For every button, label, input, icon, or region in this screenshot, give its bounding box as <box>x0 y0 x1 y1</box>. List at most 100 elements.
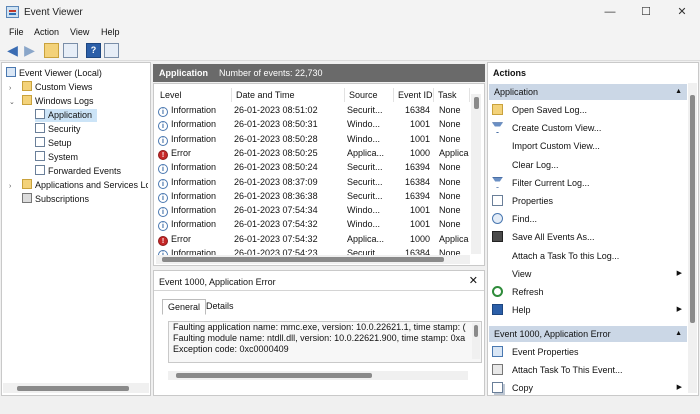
column-header-event-id[interactable]: Event ID <box>394 88 434 102</box>
minimize-button[interactable]: — <box>592 0 628 25</box>
table-row[interactable]: i Information 26-01-2023 07:54:34 Windo... 1… <box>156 203 472 218</box>
table-row[interactable]: iInformation26-01-2023 07:54:23 Securit..… <box>156 246 472 255</box>
action-event-properties[interactable]: Event Properties <box>490 345 686 359</box>
tree-node-apps-services[interactable]: Applications and Services Log <box>22 179 148 192</box>
table-row[interactable]: i Information 26-01-2023 08:37:09 Securit..… <box>156 175 472 189</box>
detail-vertical-scrollbar[interactable] <box>472 323 480 359</box>
table-row[interactable]: i Information 26-01-2023 08:50:28 Windo... 1… <box>156 132 472 146</box>
tree-node-event-viewer[interactable]: Event Viewer (Local) <box>6 67 102 80</box>
back-arrow-icon[interactable]: ◀ <box>5 43 20 58</box>
list-hscroll-thumb[interactable] <box>162 257 444 262</box>
forward-arrow-icon[interactable]: ▶ <box>22 43 37 58</box>
cell-task: Applica <box>439 233 469 244</box>
tree-node-windows-logs[interactable]: Windows Logs <box>22 95 94 108</box>
action-view[interactable]: View ▶ <box>490 267 686 281</box>
tab-general[interactable]: General <box>162 299 207 315</box>
cell-task: None <box>439 248 461 255</box>
table-row[interactable]: i Information 26-01-2023 08:50:24 Securit..… <box>156 160 472 175</box>
cell-id: 1001 <box>409 205 430 216</box>
cell-level: iInformation <box>158 217 232 232</box>
actions-list-event: Event Properties Attach Task To This Even… <box>488 345 688 395</box>
table-row[interactable]: i Information 26-01-2023 07:54:32 Windo... 1… <box>156 217 472 232</box>
expand-chevron-icon[interactable]: › <box>9 183 11 190</box>
menu-file[interactable]: File <box>9 27 24 37</box>
console-tree: Event Viewer (Local) › Custom Views ⌄ Wi… <box>1 62 151 396</box>
collapse-up-icon[interactable]: ▲ <box>675 326 682 342</box>
cell-source: Applica... <box>347 233 385 244</box>
info-icon: i <box>158 207 168 218</box>
show-hide-action-pane-icon[interactable] <box>104 43 119 58</box>
cell-id: 16394 <box>404 190 430 201</box>
detail-close-icon[interactable]: ✕ <box>469 274 478 287</box>
detail-vscroll-thumb[interactable] <box>474 325 478 337</box>
actions-vertical-scrollbar[interactable] <box>688 83 697 393</box>
action-open-saved-log[interactable]: Open Saved Log... <box>490 103 686 117</box>
show-hide-tree-icon[interactable] <box>63 43 78 58</box>
action-find[interactable]: Find... <box>490 212 686 226</box>
error-icon: ! <box>158 235 168 246</box>
actions-scroll-thumb[interactable] <box>690 95 695 323</box>
action-help[interactable]: Help ▶ <box>490 303 686 317</box>
menu-view[interactable]: View <box>70 27 89 37</box>
list-horizontal-scrollbar[interactable] <box>156 255 470 264</box>
action-import-custom-view[interactable]: Import Custom View... <box>490 139 686 153</box>
list-vertical-scrollbar[interactable] <box>471 94 481 254</box>
column-header-task-category[interactable]: Task Ca <box>434 88 470 102</box>
maximize-button[interactable]: ☐ <box>628 0 664 25</box>
table-row[interactable]: ! Error 26-01-2023 07:54:32 Applica... 1000 A… <box>156 232 472 246</box>
action-attach-a-task-to-this-log[interactable]: Attach a Task To this Log... <box>490 249 686 263</box>
tree-node-subscriptions[interactable]: Subscriptions <box>22 193 89 206</box>
action-save-all-events-as[interactable]: Save All Events As... <box>490 230 686 244</box>
action-clear-log[interactable]: Clear Log... <box>490 158 686 172</box>
tree-node-setup[interactable]: Setup <box>35 137 72 150</box>
list-vscroll-thumb[interactable] <box>474 97 479 109</box>
tree-node-system[interactable]: System <box>35 151 78 164</box>
table-row[interactable]: i Information 26-01-2023 08:50:31 Windo... 1… <box>156 117 472 132</box>
actions-section-event[interactable]: Event 1000, Application Error ▲ <box>489 326 687 342</box>
cell-date: 26-01-2023 07:54:32 <box>234 233 318 244</box>
column-header-date[interactable]: Date and Time <box>232 88 345 102</box>
action-refresh[interactable]: Refresh <box>490 285 686 299</box>
tree-node-security[interactable]: Security <box>35 123 81 136</box>
table-row[interactable]: i Information 26-01-2023 08:51:02 Securit..… <box>156 103 472 117</box>
tree-scroll-thumb[interactable] <box>17 386 129 391</box>
actions-section-application[interactable]: Application ▲ <box>489 84 687 100</box>
action-attach-task-to-this-event[interactable]: Attach Task To This Event... <box>490 363 686 377</box>
description-line: Faulting application name: mmc.exe, vers… <box>173 322 466 332</box>
detail-horizontal-scrollbar[interactable] <box>168 371 468 380</box>
tree-node-application[interactable]: Application <box>35 109 97 122</box>
tree-node-custom-views[interactable]: Custom Views <box>22 81 92 94</box>
help-icon[interactable]: ? <box>86 43 101 58</box>
up-folder-icon[interactable] <box>44 43 59 58</box>
cell-task: None <box>439 133 461 144</box>
collapse-chevron-icon[interactable]: ⌄ <box>9 98 15 106</box>
collapse-up-icon[interactable]: ▲ <box>675 84 682 100</box>
cell-source: Windo... <box>347 219 381 230</box>
menu-action[interactable]: Action <box>34 27 59 37</box>
detail-hscroll-thumb[interactable] <box>176 373 372 378</box>
cell-level: iInformation <box>158 117 232 132</box>
submenu-arrow-icon: ▶ <box>676 384 682 392</box>
close-button[interactable]: ✕ <box>664 0 700 25</box>
menu-help[interactable]: Help <box>101 27 120 37</box>
tab-details[interactable]: Details <box>206 299 234 313</box>
table-row[interactable]: ! Error 26-01-2023 08:50:25 Applica... 1000 A… <box>156 146 472 160</box>
cell-date: 26-01-2023 08:36:38 <box>234 190 318 201</box>
action-copy[interactable]: Copy ▶ <box>490 381 686 395</box>
info-icon: i <box>158 178 168 189</box>
event-description-box[interactable]: Faulting application name: mmc.exe, vers… <box>168 321 482 363</box>
action-filter-current-log[interactable]: Filter Current Log... <box>490 176 686 190</box>
expand-chevron-icon[interactable]: › <box>9 85 11 92</box>
action-properties[interactable]: Properties <box>490 194 686 208</box>
log-icon <box>35 137 45 147</box>
column-header-level[interactable]: Level <box>156 88 232 102</box>
cell-level: iInformation <box>158 175 232 189</box>
action-create-custom-view[interactable]: Create Custom View... <box>490 121 686 135</box>
tree-node-forwarded-events[interactable]: Forwarded Events <box>35 165 121 178</box>
table-row[interactable]: i Information 26-01-2023 08:36:38 Securit..… <box>156 189 472 203</box>
cell-id: 16384 <box>404 105 430 115</box>
tree-horizontal-scrollbar[interactable] <box>3 383 149 393</box>
submenu-arrow-icon: ▶ <box>676 269 682 277</box>
info-icon: i <box>158 192 168 203</box>
column-header-source[interactable]: Source <box>345 88 394 102</box>
